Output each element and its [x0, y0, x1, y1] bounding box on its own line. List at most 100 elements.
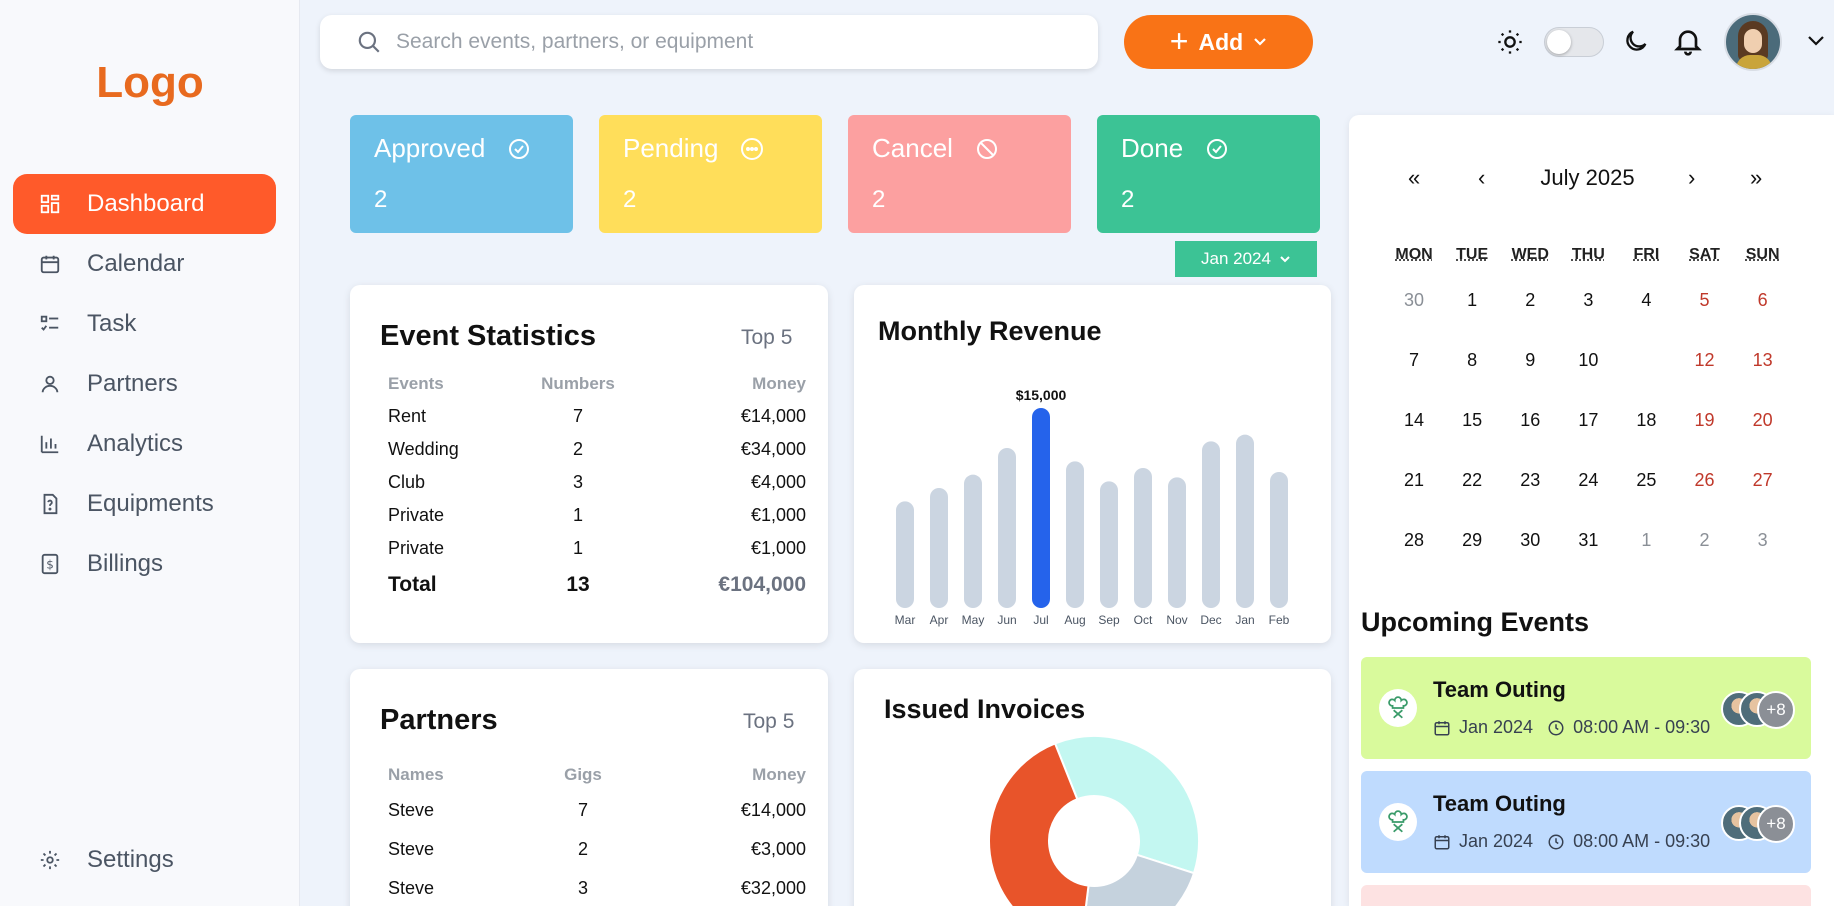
status-card-approved[interactable]: Approved 2: [350, 115, 573, 233]
calendar-day[interactable]: 5: [1675, 290, 1733, 311]
more-circle-icon: [740, 137, 764, 161]
chevron-down-icon[interactable]: [1806, 34, 1826, 48]
calendar-day[interactable]: 27: [1734, 470, 1792, 491]
sidebar-item-settings[interactable]: Settings: [13, 830, 174, 890]
table-cell: €14,000: [628, 406, 806, 427]
calendar-day[interactable]: 8: [1443, 350, 1501, 371]
event-title: Team Outing: [1433, 677, 1566, 703]
event-card[interactable]: Team Outing Jan 2024 08:00 AM - 09:30 +8: [1361, 771, 1811, 873]
table-row[interactable]: Private 1 €1,000: [388, 532, 806, 565]
sidebar-item-billings[interactable]: $ Billings: [13, 534, 276, 594]
calendar-day[interactable]: 17: [1559, 410, 1617, 431]
check-circle-icon: [1205, 137, 1229, 161]
calendar-day[interactable]: 14: [1385, 410, 1443, 431]
bar-sep: [1100, 481, 1118, 608]
calendar-day[interactable]: 30: [1501, 530, 1559, 551]
calendar-day[interactable]: 6: [1734, 290, 1792, 311]
calendar-day[interactable]: 16: [1501, 410, 1559, 431]
event-card[interactable]: Team Outing Jan 2024 08:00 AM - 09:30 +8: [1361, 657, 1811, 759]
calendar-day[interactable]: 1: [1617, 530, 1675, 551]
table-row[interactable]: Club 3 €4,000: [388, 466, 806, 499]
event-statistics-title: Event Statistics: [380, 320, 596, 353]
partners-subtitle[interactable]: Top 5: [743, 710, 794, 734]
calendar-day[interactable]: 13: [1734, 350, 1792, 371]
calendar-day[interactable]: 26: [1675, 470, 1733, 491]
bar-may: [964, 475, 982, 608]
calendar-day[interactable]: 20: [1734, 410, 1792, 431]
sidebar-item-analytics[interactable]: Analytics: [13, 414, 276, 474]
status-card-pending[interactable]: Pending 2: [599, 115, 822, 233]
weekday-label: WED: [1501, 246, 1559, 264]
calendar-day[interactable]: 30: [1385, 290, 1443, 311]
event-attendees[interactable]: +8: [1721, 691, 1796, 727]
calendar-day[interactable]: 23: [1501, 470, 1559, 491]
calendar-day[interactable]: 31: [1559, 530, 1617, 551]
calendar-day[interactable]: 4: [1617, 290, 1675, 311]
calendar-day[interactable]: 24: [1559, 470, 1617, 491]
calendar-day[interactable]: 3: [1559, 290, 1617, 311]
calendar-day[interactable]: 3: [1734, 530, 1792, 551]
table-row[interactable]: Steve 7 €14,000: [388, 791, 806, 830]
sidebar-item-calendar[interactable]: Calendar: [13, 234, 276, 294]
calendar-prev-month[interactable]: ‹: [1478, 165, 1485, 191]
weekday-label: SUN: [1734, 246, 1792, 264]
table-cell: 2: [528, 439, 628, 460]
table-row[interactable]: Steve 2 €3,000: [388, 830, 806, 869]
calendar-day[interactable]: 19: [1675, 410, 1733, 431]
calendar-day[interactable]: 28: [1385, 530, 1443, 551]
calendar-day[interactable]: 1: [1443, 290, 1501, 311]
sidebar-item-task[interactable]: Task: [13, 294, 276, 354]
moon-icon[interactable]: [1622, 27, 1650, 55]
x-tick-label: Mar: [895, 613, 916, 627]
status-count: 2: [872, 186, 1047, 214]
partners-table: Names Gigs Money Steve 7 €14,000 Steve 2 €3,…: [388, 758, 806, 906]
calendar-month-label[interactable]: July 2025: [1520, 165, 1655, 191]
event-attendees[interactable]: +8: [1721, 805, 1796, 841]
monthly-revenue-title: Monthly Revenue: [878, 316, 1102, 347]
calendar-day[interactable]: 25: [1617, 470, 1675, 491]
table-row[interactable]: Private 1 €1,000: [388, 499, 806, 532]
table-cell: €4,000: [628, 472, 806, 493]
table-row[interactable]: Rent 7 €14,000: [388, 400, 806, 433]
calendar-day[interactable]: 2: [1675, 530, 1733, 551]
user-avatar[interactable]: [1724, 13, 1782, 71]
calendar-day[interactable]: 12: [1675, 350, 1733, 371]
table-row[interactable]: Wedding 2 €34,000: [388, 433, 806, 466]
status-card-done[interactable]: Done 2: [1097, 115, 1320, 233]
event-statistics-subtitle[interactable]: Top 5: [741, 326, 792, 350]
calendar-day[interactable]: 29: [1443, 530, 1501, 551]
calendar-day[interactable]: 9: [1501, 350, 1559, 371]
calendar-prev-year[interactable]: «: [1408, 165, 1420, 191]
table-row[interactable]: Steve 3 €32,000: [388, 869, 806, 906]
chevron-down-icon: [1253, 37, 1267, 47]
calendar-day[interactable]: 22: [1443, 470, 1501, 491]
calendar-grid: MON TUE WED THU FRI SAT SUN 30 1 2 3 4 5 6 7 8 9 1…: [1385, 240, 1792, 570]
bar-jun: [998, 448, 1016, 608]
search-input[interactable]: [396, 30, 996, 54]
table-cell: Total: [388, 573, 528, 597]
period-dropdown[interactable]: Jan 2024: [1175, 241, 1317, 277]
event-card[interactable]: [1361, 885, 1811, 906]
calendar-day[interactable]: 2: [1501, 290, 1559, 311]
column-header: Money: [628, 374, 806, 394]
app-logo[interactable]: Logo: [0, 58, 300, 108]
calendar-day[interactable]: 10: [1559, 350, 1617, 371]
sun-icon[interactable]: [1496, 28, 1524, 56]
sidebar-item-label: Equipments: [87, 490, 214, 518]
calendar-week-row: 14 15 16 17 18 19 20: [1385, 390, 1792, 450]
bell-icon[interactable]: [1672, 24, 1704, 58]
calendar-day[interactable]: 21: [1385, 470, 1443, 491]
calendar-day[interactable]: 18: [1617, 410, 1675, 431]
theme-toggle[interactable]: [1544, 27, 1604, 57]
calendar-day[interactable]: 7: [1385, 350, 1443, 371]
add-button[interactable]: + Add: [1124, 15, 1313, 69]
calendar-day[interactable]: 15: [1443, 410, 1501, 431]
sidebar-item-dashboard[interactable]: Dashboard: [13, 174, 276, 234]
calendar-next-month[interactable]: ›: [1688, 165, 1695, 191]
sidebar-item-equipments[interactable]: Equipments: [13, 474, 276, 534]
status-card-cancel[interactable]: Cancel 2: [848, 115, 1071, 233]
clock-icon: [1547, 719, 1565, 737]
calendar-next-year[interactable]: »: [1750, 165, 1762, 191]
sidebar-item-partners[interactable]: Partners: [13, 354, 276, 414]
avatar-face: [1744, 29, 1762, 53]
